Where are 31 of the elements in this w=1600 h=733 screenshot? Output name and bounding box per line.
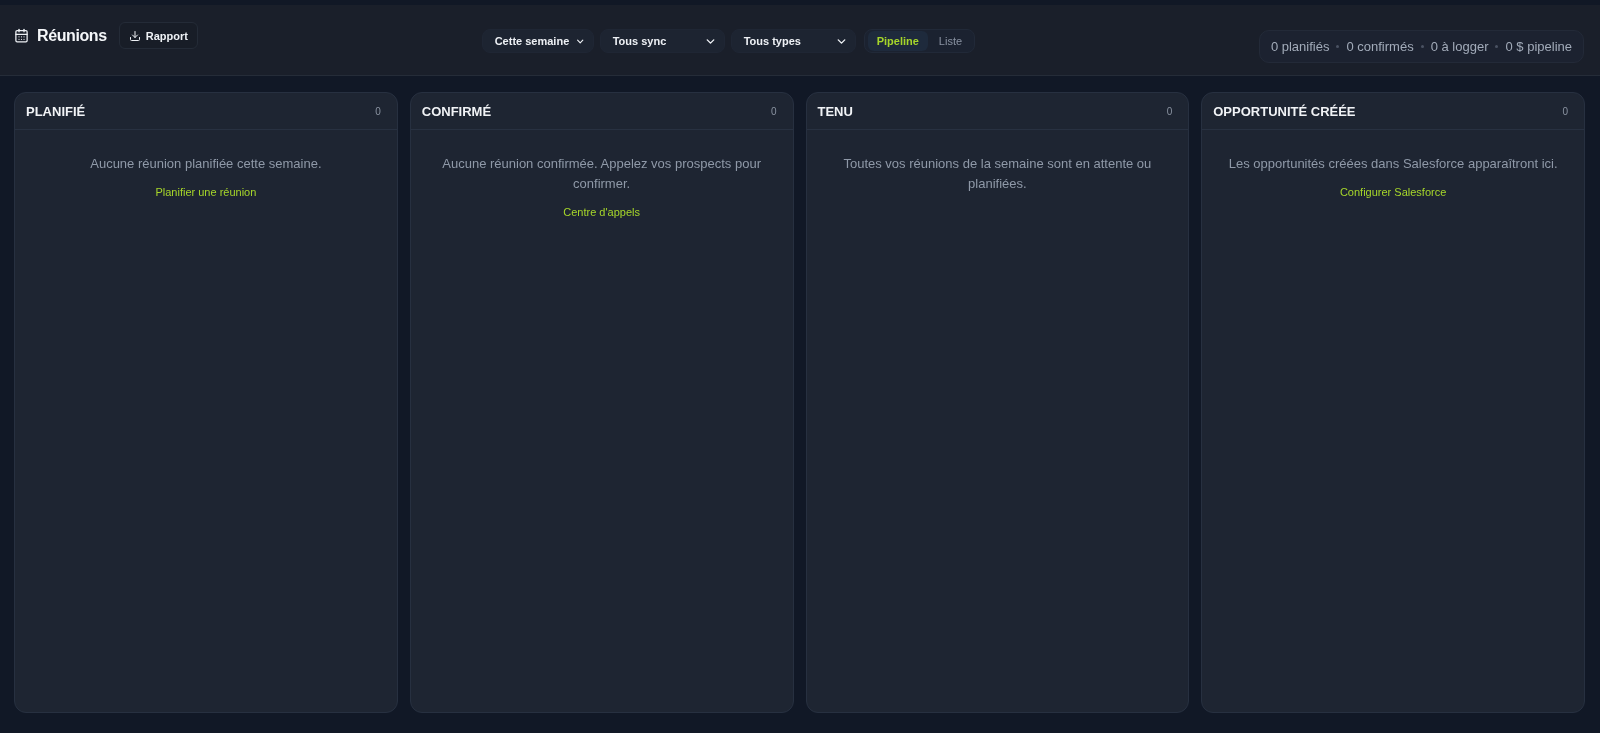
column-count: 0 xyxy=(1166,105,1173,117)
separator-dot-icon xyxy=(1336,45,1340,48)
column-title: CONFIRMÉ xyxy=(421,103,492,119)
stat-text: 0 $ pipeline xyxy=(1505,39,1572,54)
column-count: 0 xyxy=(770,105,777,117)
report-button[interactable]: Rapport xyxy=(118,22,198,49)
column-title: TENU xyxy=(817,103,853,119)
action-link[interactable]: Planifier une réunion xyxy=(155,186,257,198)
filter-select[interactable]: Cette semaine xyxy=(481,29,594,53)
empty-message: Toutes vos réunions de la semaine sont en attente ou planifiées. xyxy=(842,155,1153,193)
view-tab[interactable]: Pipeline xyxy=(867,31,928,51)
separator-dot-icon xyxy=(1495,45,1499,48)
calendar-icon xyxy=(14,28,29,43)
action-link[interactable]: Centre d'appels xyxy=(563,206,640,218)
download-icon xyxy=(128,29,141,42)
view-tab[interactable]: Liste xyxy=(929,31,972,51)
empty-message: Aucune réunion planifiée cette semaine. xyxy=(90,155,322,173)
column-title: PLANIFIÉ xyxy=(26,103,86,119)
empty-message: Les opportunités créées dans Salesforce apparaîtront ici. xyxy=(1228,155,1558,173)
page-title: Réunions xyxy=(37,26,107,45)
stat-text: 0 planifiés xyxy=(1270,39,1330,54)
column-count: 0 xyxy=(375,105,381,117)
action-link[interactable]: Configurer Salesforce xyxy=(1339,186,1447,198)
separator-dot-icon xyxy=(1420,45,1424,48)
stat-text: 0 confirmés xyxy=(1346,39,1414,54)
stat-text: 0 à logger xyxy=(1430,39,1489,54)
empty-message: Aucune réunion confirmée. Appelez vos prospects pour confirmer. xyxy=(441,155,762,193)
column-title: OPPORTUNITÉ CRÉÉE xyxy=(1213,103,1356,119)
filter-select[interactable]: Tous sync xyxy=(599,29,725,53)
column-count: 0 xyxy=(1562,105,1568,117)
filter-select[interactable]: Tous types xyxy=(730,29,856,53)
